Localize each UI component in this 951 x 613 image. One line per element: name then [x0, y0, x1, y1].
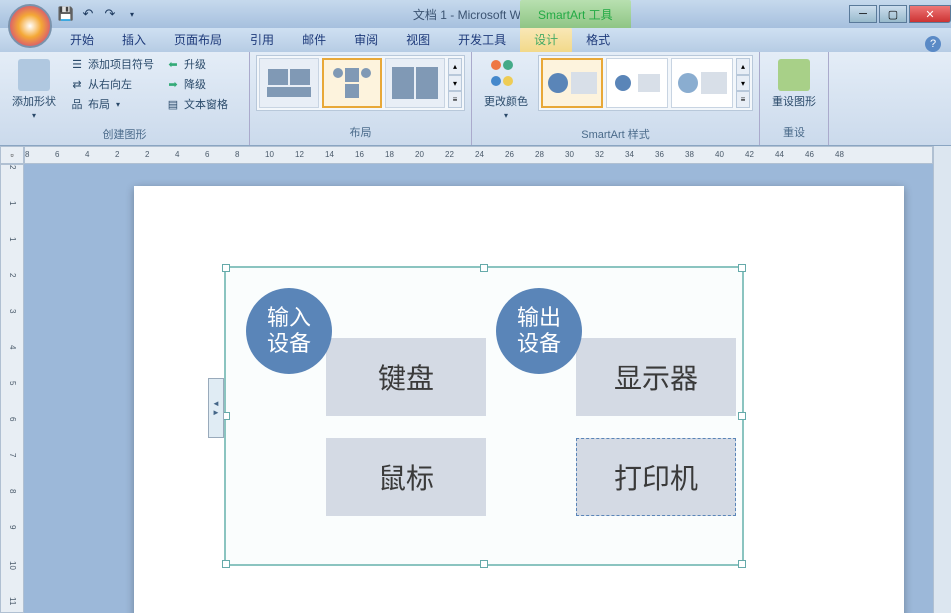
- list-item[interactable]: 鼠标: [326, 438, 486, 516]
- demote-button[interactable]: ➡降级: [162, 75, 232, 93]
- office-button[interactable]: [8, 4, 52, 48]
- list-item[interactable]: 键盘: [326, 338, 486, 416]
- chevron-down-icon: ▾: [504, 111, 508, 120]
- chevron-down-icon: ▾: [32, 111, 36, 120]
- tab-developer[interactable]: 开发工具: [444, 27, 520, 52]
- layout-gallery: ▴ ▾ ≡: [256, 55, 465, 111]
- help-button[interactable]: ?: [925, 36, 941, 52]
- promote-icon: ⬅: [166, 57, 180, 71]
- gallery-more-icon[interactable]: ≡: [736, 91, 750, 108]
- group-title-circle[interactable]: 输入 设备: [246, 288, 332, 374]
- bullet-icon: ☰: [70, 57, 84, 71]
- gallery-down-icon[interactable]: ▾: [448, 75, 462, 92]
- tab-format[interactable]: 格式: [572, 27, 624, 52]
- undo-icon[interactable]: ↶: [78, 4, 98, 24]
- gallery-scroll: ▴ ▾ ≡: [736, 58, 750, 108]
- tab-insert[interactable]: 插入: [108, 27, 160, 52]
- group-styles: 更改颜色 ▾ ▴ ▾ ≡ SmartArt 样式: [472, 52, 760, 145]
- group-title-circle[interactable]: 输出 设备: [496, 288, 582, 374]
- page: ◄► 输入 设备 键盘 鼠标 输出 设备 显示器 打印机: [134, 186, 904, 613]
- style-gallery: ▴ ▾ ≡: [538, 55, 753, 111]
- colors-icon: [490, 59, 522, 91]
- list-item[interactable]: 显示器: [576, 338, 736, 416]
- add-shape-icon: [18, 59, 50, 91]
- ruler-corner: ▫: [0, 146, 24, 164]
- maximize-button[interactable]: ▢: [879, 5, 907, 23]
- layout-button[interactable]: 品布局▾: [66, 95, 158, 113]
- text-pane-button[interactable]: ▤文本窗格: [162, 95, 232, 113]
- group-label: 重设: [766, 122, 822, 142]
- vertical-scrollbar[interactable]: [933, 146, 951, 613]
- qat-dropdown-icon[interactable]: ▾: [122, 4, 142, 24]
- titlebar: 💾 ↶ ↷ ▾ 文档 1 - Microsoft Word SmartArt 工…: [0, 0, 951, 28]
- reset-icon: [778, 59, 810, 91]
- layout-option-3[interactable]: [385, 58, 445, 108]
- tab-view[interactable]: 视图: [392, 27, 444, 52]
- tab-mailings[interactable]: 邮件: [288, 27, 340, 52]
- style-option-2[interactable]: [606, 58, 668, 108]
- vertical-ruler[interactable]: 211234567891011: [0, 164, 24, 613]
- close-button[interactable]: ✕: [909, 5, 951, 23]
- gallery-scroll: ▴ ▾ ≡: [448, 58, 462, 108]
- redo-icon[interactable]: ↷: [100, 4, 120, 24]
- ribbon-tabs: 开始 插入 页面布局 引用 邮件 审阅 视图 开发工具 设计 格式 ?: [0, 28, 951, 52]
- change-colors-button[interactable]: 更改颜色 ▾: [478, 55, 534, 124]
- tab-design[interactable]: 设计: [520, 27, 572, 52]
- tab-page-layout[interactable]: 页面布局: [160, 27, 236, 52]
- rtl-icon: ⇄: [70, 77, 84, 91]
- save-icon[interactable]: 💾: [56, 4, 76, 24]
- textpane-icon: ▤: [166, 97, 180, 111]
- style-option-1[interactable]: [541, 58, 603, 108]
- group-layouts: ▴ ▾ ≡ 布局: [250, 52, 472, 145]
- tab-home[interactable]: 开始: [56, 27, 108, 52]
- window-controls: ─ ▢ ✕: [847, 5, 951, 23]
- demote-icon: ➡: [166, 77, 180, 91]
- add-shape-button[interactable]: 添加形状 ▾: [6, 55, 62, 124]
- tab-review[interactable]: 审阅: [340, 27, 392, 52]
- layout-option-2[interactable]: [322, 58, 382, 108]
- promote-button[interactable]: ⬅升级: [162, 55, 232, 73]
- ribbon: 添加形状 ▾ ☰添加项目符号 ⇄从右向左 品布局▾ ⬅升级 ➡降级 ▤文本窗格 …: [0, 52, 951, 146]
- context-tab-label: SmartArt 工具: [520, 0, 631, 28]
- group-label: 创建图形: [6, 124, 243, 144]
- gallery-up-icon[interactable]: ▴: [736, 58, 750, 75]
- smartart-container[interactable]: ◄► 输入 设备 键盘 鼠标 输出 设备 显示器 打印机: [224, 266, 744, 566]
- style-option-3[interactable]: [671, 58, 733, 108]
- add-bullet-button[interactable]: ☰添加项目符号: [66, 55, 158, 73]
- document-area[interactable]: ◄► 输入 设备 键盘 鼠标 输出 设备 显示器 打印机: [24, 164, 933, 613]
- layout-icon: 品: [70, 97, 84, 111]
- gallery-down-icon[interactable]: ▾: [736, 75, 750, 92]
- tab-references[interactable]: 引用: [236, 27, 288, 52]
- reset-graphic-button[interactable]: 重设图形: [766, 55, 822, 113]
- horizontal-ruler[interactable]: 8642246810121416182022242628303234363840…: [24, 146, 933, 164]
- group-label: SmartArt 样式: [478, 124, 753, 144]
- gallery-up-icon[interactable]: ▴: [448, 58, 462, 75]
- list-item-selected[interactable]: 打印机: [576, 438, 736, 516]
- group-reset: 重设图形 重设: [760, 52, 829, 145]
- workspace: ▫ 86422468101214161820222426283032343638…: [0, 146, 951, 613]
- quick-access-toolbar: 💾 ↶ ↷ ▾: [56, 4, 142, 24]
- text-pane-toggle[interactable]: ◄►: [208, 378, 224, 438]
- layout-option-1[interactable]: [259, 58, 319, 108]
- gallery-more-icon[interactable]: ≡: [448, 91, 462, 108]
- group-label: 布局: [256, 122, 465, 142]
- rtl-button[interactable]: ⇄从右向左: [66, 75, 158, 93]
- group-create-graphic: 添加形状 ▾ ☰添加项目符号 ⇄从右向左 品布局▾ ⬅升级 ➡降级 ▤文本窗格 …: [0, 52, 250, 145]
- minimize-button[interactable]: ─: [849, 5, 877, 23]
